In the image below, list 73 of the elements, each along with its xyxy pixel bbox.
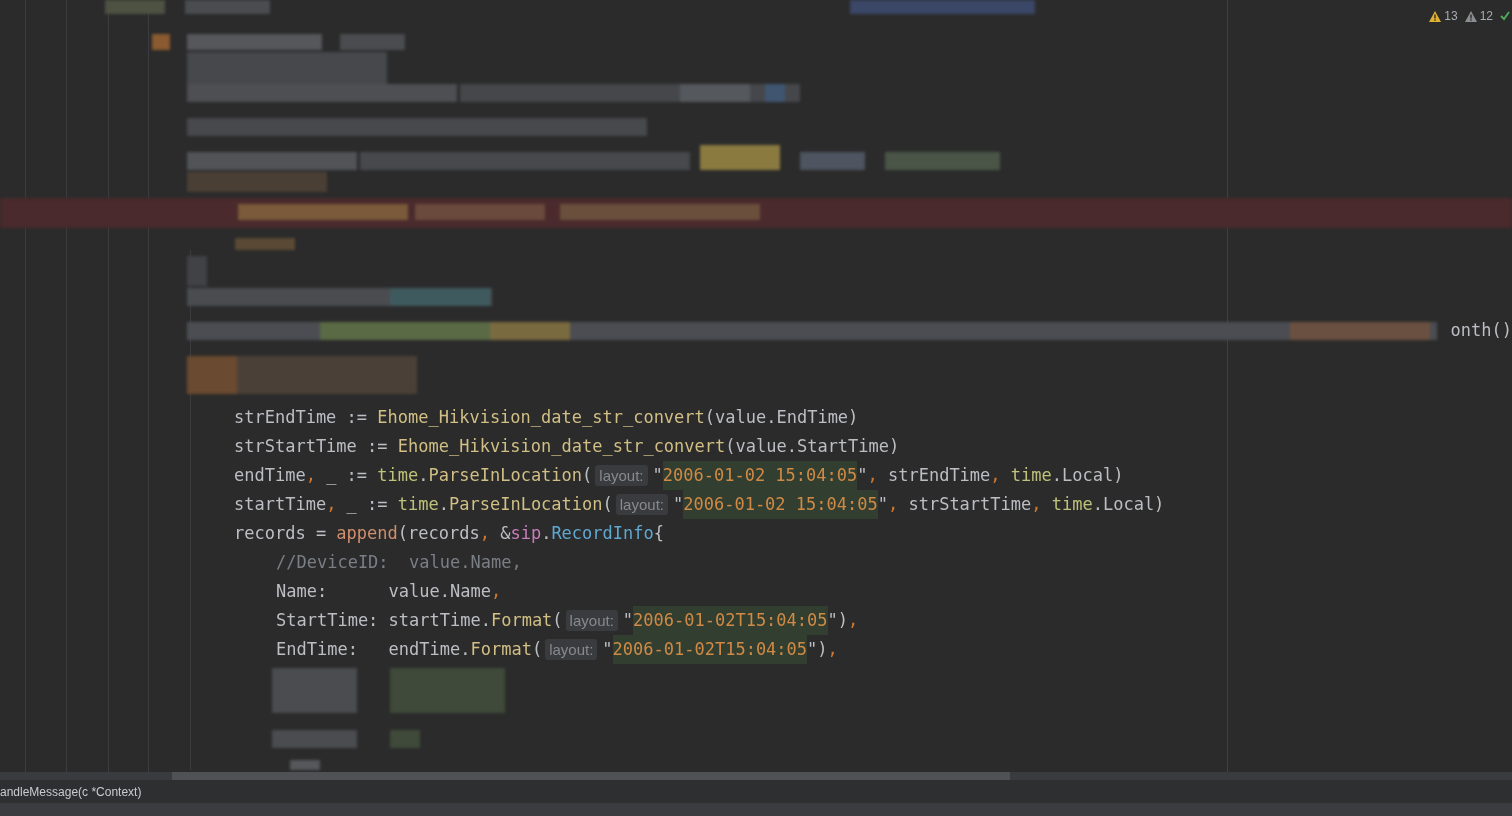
- code-token: strStartTime :=: [234, 435, 389, 458]
- code-token: ,: [887, 493, 899, 516]
- code-token: ,: [827, 638, 838, 661]
- code-token: ": [857, 464, 868, 487]
- code-token: startTime: [234, 493, 327, 516]
- code-token: "): [807, 638, 828, 661]
- code-token: {: [653, 522, 664, 545]
- code-token: time: [1010, 464, 1052, 487]
- code-token: ": [652, 464, 663, 487]
- code-token: ,: [479, 522, 490, 545]
- code-token: strEndTime: [886, 464, 991, 487]
- code-token: _ :=: [345, 493, 389, 516]
- code-token: (value.EndTime): [704, 406, 859, 429]
- code-token: time: [377, 464, 419, 487]
- code-token: (: [552, 609, 563, 632]
- code-token: .Local): [1051, 464, 1124, 487]
- warning-icon: [1429, 10, 1442, 22]
- weak-warning-count: 12: [1479, 9, 1493, 23]
- string-literal: 2006-01-02 15:04:05: [683, 490, 878, 519]
- code-token: ": [622, 609, 634, 632]
- code-token: Ehome_Hikvision_date_str_convert: [397, 435, 726, 458]
- code-token: StartTime: startTime.: [276, 609, 491, 632]
- string-literal: 2006-01-02 15:04:05: [662, 461, 858, 490]
- breadcrumb[interactable]: andleMessage(c *Context): [0, 784, 142, 799]
- code-token: Format: [490, 609, 553, 632]
- string-literal: 2006-01-02T15:04:05: [633, 606, 828, 635]
- code-token: strStartTime: [907, 493, 1032, 516]
- parameter-hint: layout:: [545, 639, 598, 660]
- code-token: ,: [990, 464, 1002, 487]
- code-token: ": [673, 493, 684, 516]
- code-token: ,: [490, 580, 502, 603]
- code-token: sip: [510, 522, 542, 545]
- code-token: "): [827, 609, 848, 632]
- code-token: &: [499, 522, 511, 545]
- code-token: time: [1051, 493, 1093, 516]
- code-token: strEndTime :=: [234, 406, 369, 429]
- code-token: .: [541, 522, 552, 545]
- code-token: ": [877, 493, 888, 516]
- code-token: _ :=: [325, 464, 369, 487]
- code-token: onth(): [1450, 320, 1512, 340]
- code-token: (: [602, 493, 613, 516]
- code-token: //DeviceID: value.Name,: [276, 551, 522, 574]
- code-token: .: [418, 464, 429, 487]
- code-token: Name: value.Name: [276, 580, 491, 603]
- code-token: ,: [848, 609, 859, 632]
- horizontal-scrollbar[interactable]: [0, 772, 1512, 780]
- code-token: ParseInLocation: [449, 493, 603, 516]
- code-token: Format: [470, 638, 532, 661]
- code-token: records =: [234, 522, 328, 545]
- code-token: EndTime: endTime.: [276, 638, 471, 661]
- code-token: ,: [326, 493, 337, 516]
- code-token: (value.StartTime): [725, 435, 900, 458]
- code-token: (: [531, 638, 543, 661]
- warning-count: 13: [1444, 9, 1458, 23]
- code-token: ": [602, 638, 613, 661]
- code-token: ,: [1031, 493, 1043, 516]
- code-token: append: [336, 522, 398, 545]
- string-literal: 2006-01-02T15:04:05: [612, 635, 808, 664]
- code-token: Ehome_Hikvision_date_str_convert: [377, 406, 705, 429]
- code-token: (: [582, 464, 593, 487]
- code-token: ParseInLocation: [428, 464, 583, 487]
- code-token: ,: [867, 464, 878, 487]
- code-token: time: [397, 493, 439, 516]
- parameter-hint: layout:: [595, 465, 648, 486]
- warning-icon: [1464, 10, 1477, 22]
- code-token: (records: [397, 522, 480, 545]
- code-token: .: [438, 493, 449, 516]
- code-token: .Local): [1092, 493, 1165, 516]
- code-token: RecordInfo: [551, 522, 654, 545]
- code-token: ,: [305, 464, 316, 487]
- code-token: endTime: [234, 464, 306, 487]
- parameter-hint: layout:: [615, 494, 668, 515]
- parameter-hint: layout:: [565, 610, 618, 631]
